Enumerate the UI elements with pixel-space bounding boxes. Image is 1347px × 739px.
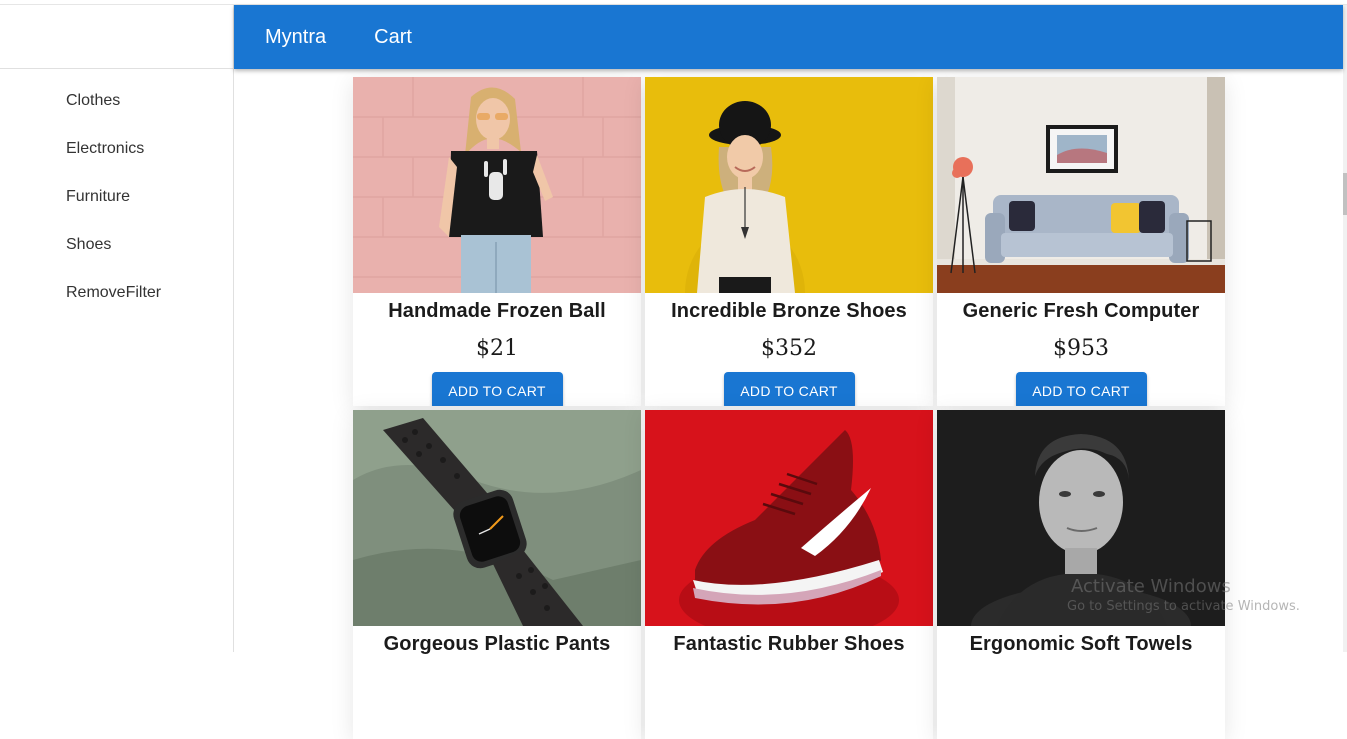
- app-bar: Myntra Cart: [234, 5, 1343, 69]
- product-image-woman-portrait[interactable]: [937, 410, 1225, 626]
- product-card: Fantastic Rubber Shoes: [645, 410, 933, 739]
- brand-link[interactable]: Myntra: [265, 26, 326, 49]
- product-title: Fantastic Rubber Shoes: [673, 633, 905, 655]
- sidebar-item-clothes[interactable]: Clothes: [0, 77, 233, 125]
- product-card: Incredible Bronze Shoes $352 ADD TO CART: [645, 77, 933, 406]
- product-image-woman-yellow-wall[interactable]: [645, 77, 933, 293]
- add-to-cart-button[interactable]: ADD TO CART: [431, 372, 563, 406]
- product-price: $953: [1053, 336, 1109, 361]
- sidebar-item-remove-filter[interactable]: RemoveFilter: [0, 269, 233, 317]
- category-list: Clothes Electronics Furniture Shoes Remo…: [0, 69, 233, 317]
- product-title: Ergonomic Soft Towels: [969, 633, 1193, 655]
- product-title: Incredible Bronze Shoes: [671, 300, 907, 322]
- product-image-red-sneaker[interactable]: [645, 410, 933, 626]
- product-grid: Handmade Frozen Ball $21 ADD TO CART Inc…: [353, 77, 1225, 739]
- product-image-grey-sofa[interactable]: [937, 77, 1225, 293]
- sidebar-header: [0, 5, 233, 69]
- product-card: Generic Fresh Computer $953 ADD TO CART: [937, 77, 1225, 406]
- cart-link[interactable]: Cart: [374, 26, 412, 49]
- product-card: Handmade Frozen Ball $21 ADD TO CART: [353, 77, 641, 406]
- product-card: Gorgeous Plastic Pants: [353, 410, 641, 739]
- product-title: Handmade Frozen Ball: [388, 300, 606, 322]
- sidebar-item-shoes[interactable]: Shoes: [0, 221, 233, 269]
- scrollbar-thumb[interactable]: [1343, 173, 1347, 215]
- add-to-cart-button[interactable]: ADD TO CART: [1015, 372, 1147, 406]
- product-title: Gorgeous Plastic Pants: [383, 633, 611, 655]
- sidebar: Clothes Electronics Furniture Shoes Remo…: [0, 5, 234, 652]
- page-scrollbar[interactable]: [1343, 5, 1347, 652]
- sidebar-item-furniture[interactable]: Furniture: [0, 173, 233, 221]
- product-price: $21: [476, 336, 518, 361]
- sidebar-item-electronics[interactable]: Electronics: [0, 125, 233, 173]
- product-image-smartwatch[interactable]: [353, 410, 641, 626]
- add-to-cart-button[interactable]: ADD TO CART: [723, 372, 855, 406]
- product-image-woman-pink-wall[interactable]: [353, 77, 641, 293]
- product-title: Generic Fresh Computer: [962, 300, 1200, 322]
- product-price: $352: [761, 336, 817, 361]
- product-card: Ergonomic Soft Towels: [937, 410, 1225, 739]
